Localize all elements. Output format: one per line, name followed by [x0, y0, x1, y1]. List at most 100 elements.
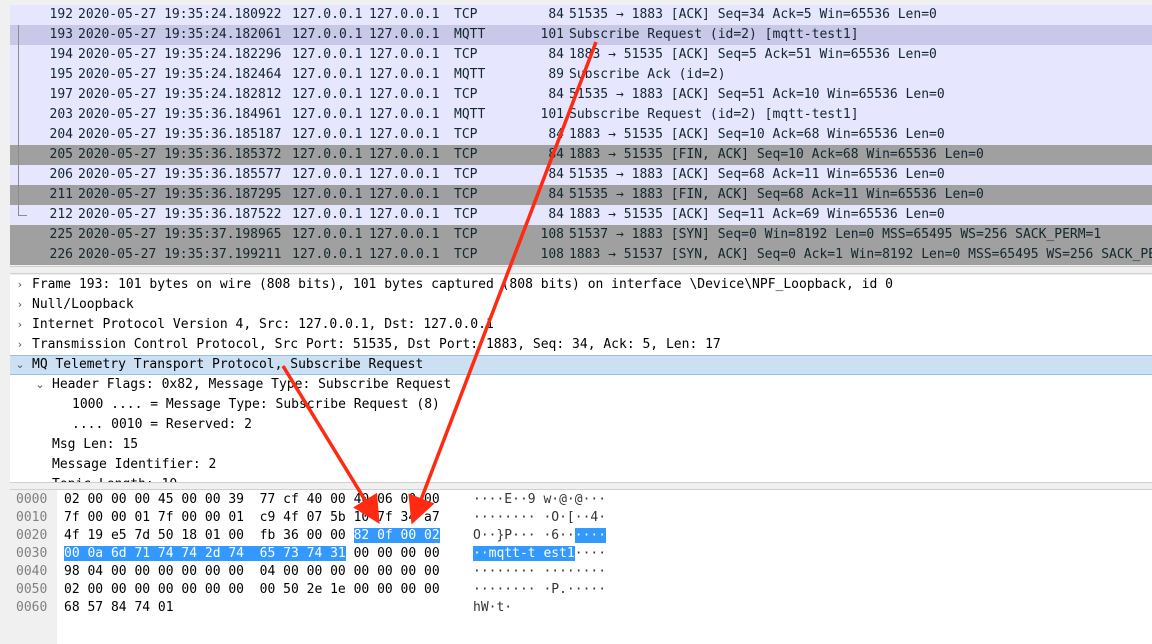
byte-offset: 0000	[16, 492, 48, 507]
packet-number: 192	[49, 7, 73, 22]
packet-row[interactable]: 197 2020-05-27 19:35:24.182812 127.0.0.1 12…	[10, 85, 1152, 105]
packet-number: 203	[49, 107, 73, 122]
packet-row[interactable]: 193 2020-05-27 19:35:24.182061 127.0.0.1 12…	[10, 25, 1152, 45]
detail-row[interactable]: › Internet Protocol Version 4, Src: 127.0…	[10, 315, 1152, 335]
pane-splitter-bottom[interactable]	[10, 482, 1152, 490]
byte-offset: 0060	[16, 600, 48, 615]
expand-arrow-icon[interactable]: ›	[14, 335, 26, 355]
detail-row[interactable]: 1000 .... = Message Type: Subscribe Requ…	[10, 395, 1152, 415]
packet-time: 2020-05-27 19:35:24.182061	[78, 27, 282, 42]
detail-row[interactable]: › Null/Loopback	[10, 295, 1152, 315]
packet-info: Subscribe Request (id=2) [mqtt-test1]	[569, 107, 859, 122]
packet-number: 193	[49, 27, 73, 42]
packet-time: 2020-05-27 19:35:24.180922	[78, 7, 282, 22]
expand-arrow-icon[interactable]: ›	[14, 275, 26, 295]
packet-source: 127.0.0.1	[292, 227, 363, 242]
packet-time: 2020-05-27 19:35:36.187522	[78, 207, 282, 222]
packet-protocol: TCP	[454, 7, 478, 22]
packet-bytes-pane[interactable]: 0000 02 00 00 00 45 00 00 39 77 cf 40 00 …	[10, 490, 1152, 644]
detail-row[interactable]: › Transmission Control Protocol, Src Port…	[10, 335, 1152, 355]
ascii-bytes[interactable]: ········ ········	[473, 563, 606, 581]
collapse-arrow-icon[interactable]: ⌄	[34, 375, 46, 395]
packet-time: 2020-05-27 19:35:36.184961	[78, 107, 282, 122]
packet-destination: 127.0.0.1	[369, 107, 440, 122]
packet-destination: 127.0.0.1	[369, 27, 440, 42]
packet-number: 212	[49, 207, 73, 222]
detail-row-selected[interactable]: ⌄ MQ Telemetry Transport Protocol, Subscr…	[10, 355, 1152, 375]
packet-row[interactable]: 194 2020-05-27 19:35:24.182296 127.0.0.1 12…	[10, 45, 1152, 65]
packet-info: 1883 → 51535 [ACK] Seq=10 Ack=68 Win=655…	[569, 127, 945, 142]
packet-time: 2020-05-27 19:35:36.187295	[78, 187, 282, 202]
ascii-bytes[interactable]: ····E··9 w·@·@···	[473, 491, 606, 509]
detail-row[interactable]: .... 0010 = Reserved: 2	[10, 415, 1152, 435]
ascii-bytes[interactable]: ········ ·O·[··4·	[473, 509, 606, 527]
packet-source: 127.0.0.1	[292, 127, 363, 142]
packet-protocol: MQTT	[454, 107, 486, 122]
packet-row[interactable]: 195 2020-05-27 19:35:24.182464 127.0.0.1 12…	[10, 65, 1152, 85]
detail-row[interactable]: ⌄ Header Flags: 0x82, Message Type: Subsc…	[10, 375, 1152, 395]
packet-time: 2020-05-27 19:35:24.182296	[78, 47, 282, 62]
ascii-bytes[interactable]: hW·t·	[473, 599, 512, 617]
packet-source: 127.0.0.1	[292, 107, 363, 122]
packet-row[interactable]: 226 2020-05-27 19:35:37.199211 127.0.0.1 12…	[10, 245, 1152, 265]
detail-row[interactable]: Topic Length: 10	[10, 475, 1152, 482]
packet-length: 108	[540, 247, 564, 262]
hex-plain: 98 04 00 00 00 00 00 00 04 00 00 00 00 0…	[64, 564, 440, 579]
packet-length: 84	[548, 7, 564, 22]
packet-protocol: TCP	[454, 47, 478, 62]
hex-bytes[interactable]: 7f 00 00 01 7f 00 00 01 c9 4f 07 5b 10 7…	[64, 509, 440, 527]
hex-bytes[interactable]: 00 0a 6d 71 74 74 2d 74 65 73 74 31 00 0…	[64, 545, 440, 563]
detail-text: Header Flags: 0x82, Message Type: Subscr…	[52, 377, 452, 392]
packet-length: 101	[540, 107, 564, 122]
packet-destination: 127.0.0.1	[369, 67, 440, 82]
packet-destination: 127.0.0.1	[369, 227, 440, 242]
ascii-bytes[interactable]: O··}P··· ·6······	[473, 527, 607, 545]
packet-destination: 127.0.0.1	[369, 7, 440, 22]
packet-number: 197	[49, 87, 73, 102]
packet-protocol: TCP	[454, 247, 478, 262]
packet-row[interactable]: 206 2020-05-27 19:35:36.185577 127.0.0.1 12…	[10, 165, 1152, 185]
packet-row[interactable]: 211 2020-05-27 19:35:36.187295 127.0.0.1 12…	[10, 185, 1152, 205]
detail-row[interactable]: Msg Len: 15	[10, 435, 1152, 455]
packet-list[interactable]: 192 2020-05-27 19:35:24.180922 127.0.0.1 12…	[10, 5, 1152, 265]
detail-text: Null/Loopback	[32, 297, 134, 312]
packet-row[interactable]: 225 2020-05-27 19:35:37.198965 127.0.0.1 12…	[10, 225, 1152, 245]
packet-row[interactable]: 192 2020-05-27 19:35:24.180922 127.0.0.1 12…	[10, 5, 1152, 25]
packet-info: 1883 → 51535 [ACK] Seq=11 Ack=69 Win=655…	[569, 207, 945, 222]
ascii-bytes[interactable]: ··mqtt-t est1····	[473, 545, 606, 563]
ascii-bytes[interactable]: ········ ·P.·····	[473, 581, 606, 599]
collapse-arrow-icon[interactable]: ⌄	[14, 356, 26, 374]
packet-number: 195	[49, 67, 73, 82]
hex-bytes[interactable]: 98 04 00 00 00 00 00 00 04 00 00 00 00 0…	[64, 563, 440, 581]
packet-source: 127.0.0.1	[292, 207, 363, 222]
packet-row[interactable]: 203 2020-05-27 19:35:36.184961 127.0.0.1 12…	[10, 105, 1152, 125]
hex-bytes[interactable]: 02 00 00 00 45 00 00 39 77 cf 40 00 40 0…	[64, 491, 440, 509]
hex-bytes[interactable]: 02 00 00 00 00 00 00 00 00 50 2e 1e 00 0…	[64, 581, 440, 599]
packet-source: 127.0.0.1	[292, 187, 363, 202]
hex-bytes[interactable]: 4f 19 e5 7d 50 18 01 00 fb 36 00 00 82 0…	[64, 527, 440, 545]
packet-row[interactable]: 204 2020-05-27 19:35:36.185187 127.0.0.1 12…	[10, 125, 1152, 145]
detail-text: Msg Len: 15	[52, 437, 139, 452]
packet-length: 84	[548, 187, 564, 202]
expand-arrow-icon[interactable]: ›	[14, 315, 26, 335]
packet-time: 2020-05-27 19:35:37.199211	[78, 247, 282, 262]
packet-destination: 127.0.0.1	[369, 127, 440, 142]
packet-number: 204	[49, 127, 73, 142]
detail-row[interactable]: Message Identifier: 2	[10, 455, 1152, 475]
packet-row[interactable]: 212 2020-05-27 19:35:36.187522 127.0.0.1 12…	[10, 205, 1152, 225]
ascii-plain: ········ ·P.·····	[473, 582, 607, 597]
packet-details-tree[interactable]: › Frame 193: 101 bytes on wire (808 bits)…	[10, 275, 1152, 482]
ascii-plain: ········ ········	[473, 564, 607, 579]
packet-source: 127.0.0.1	[292, 7, 363, 22]
detail-text: Topic Length: 10	[52, 475, 177, 482]
packet-destination: 127.0.0.1	[369, 167, 440, 182]
detail-row[interactable]: › Frame 193: 101 bytes on wire (808 bits)…	[10, 275, 1152, 295]
pane-splitter-top[interactable]	[10, 266, 1152, 274]
hex-plain: 02 00 00 00 45 00 00 39 77 cf 40 00 40 0…	[64, 492, 440, 507]
expand-arrow-icon[interactable]: ›	[14, 295, 26, 315]
hex-highlighted: 82 0f 00 02	[353, 528, 440, 543]
byte-offset: 0030	[16, 546, 48, 561]
hex-bytes[interactable]: 68 57 84 74 01	[64, 599, 174, 617]
packet-row[interactable]: 205 2020-05-27 19:35:36.185372 127.0.0.1 12…	[10, 145, 1152, 165]
packet-info: Subscribe Request (id=2) [mqtt-test1]	[569, 27, 859, 42]
